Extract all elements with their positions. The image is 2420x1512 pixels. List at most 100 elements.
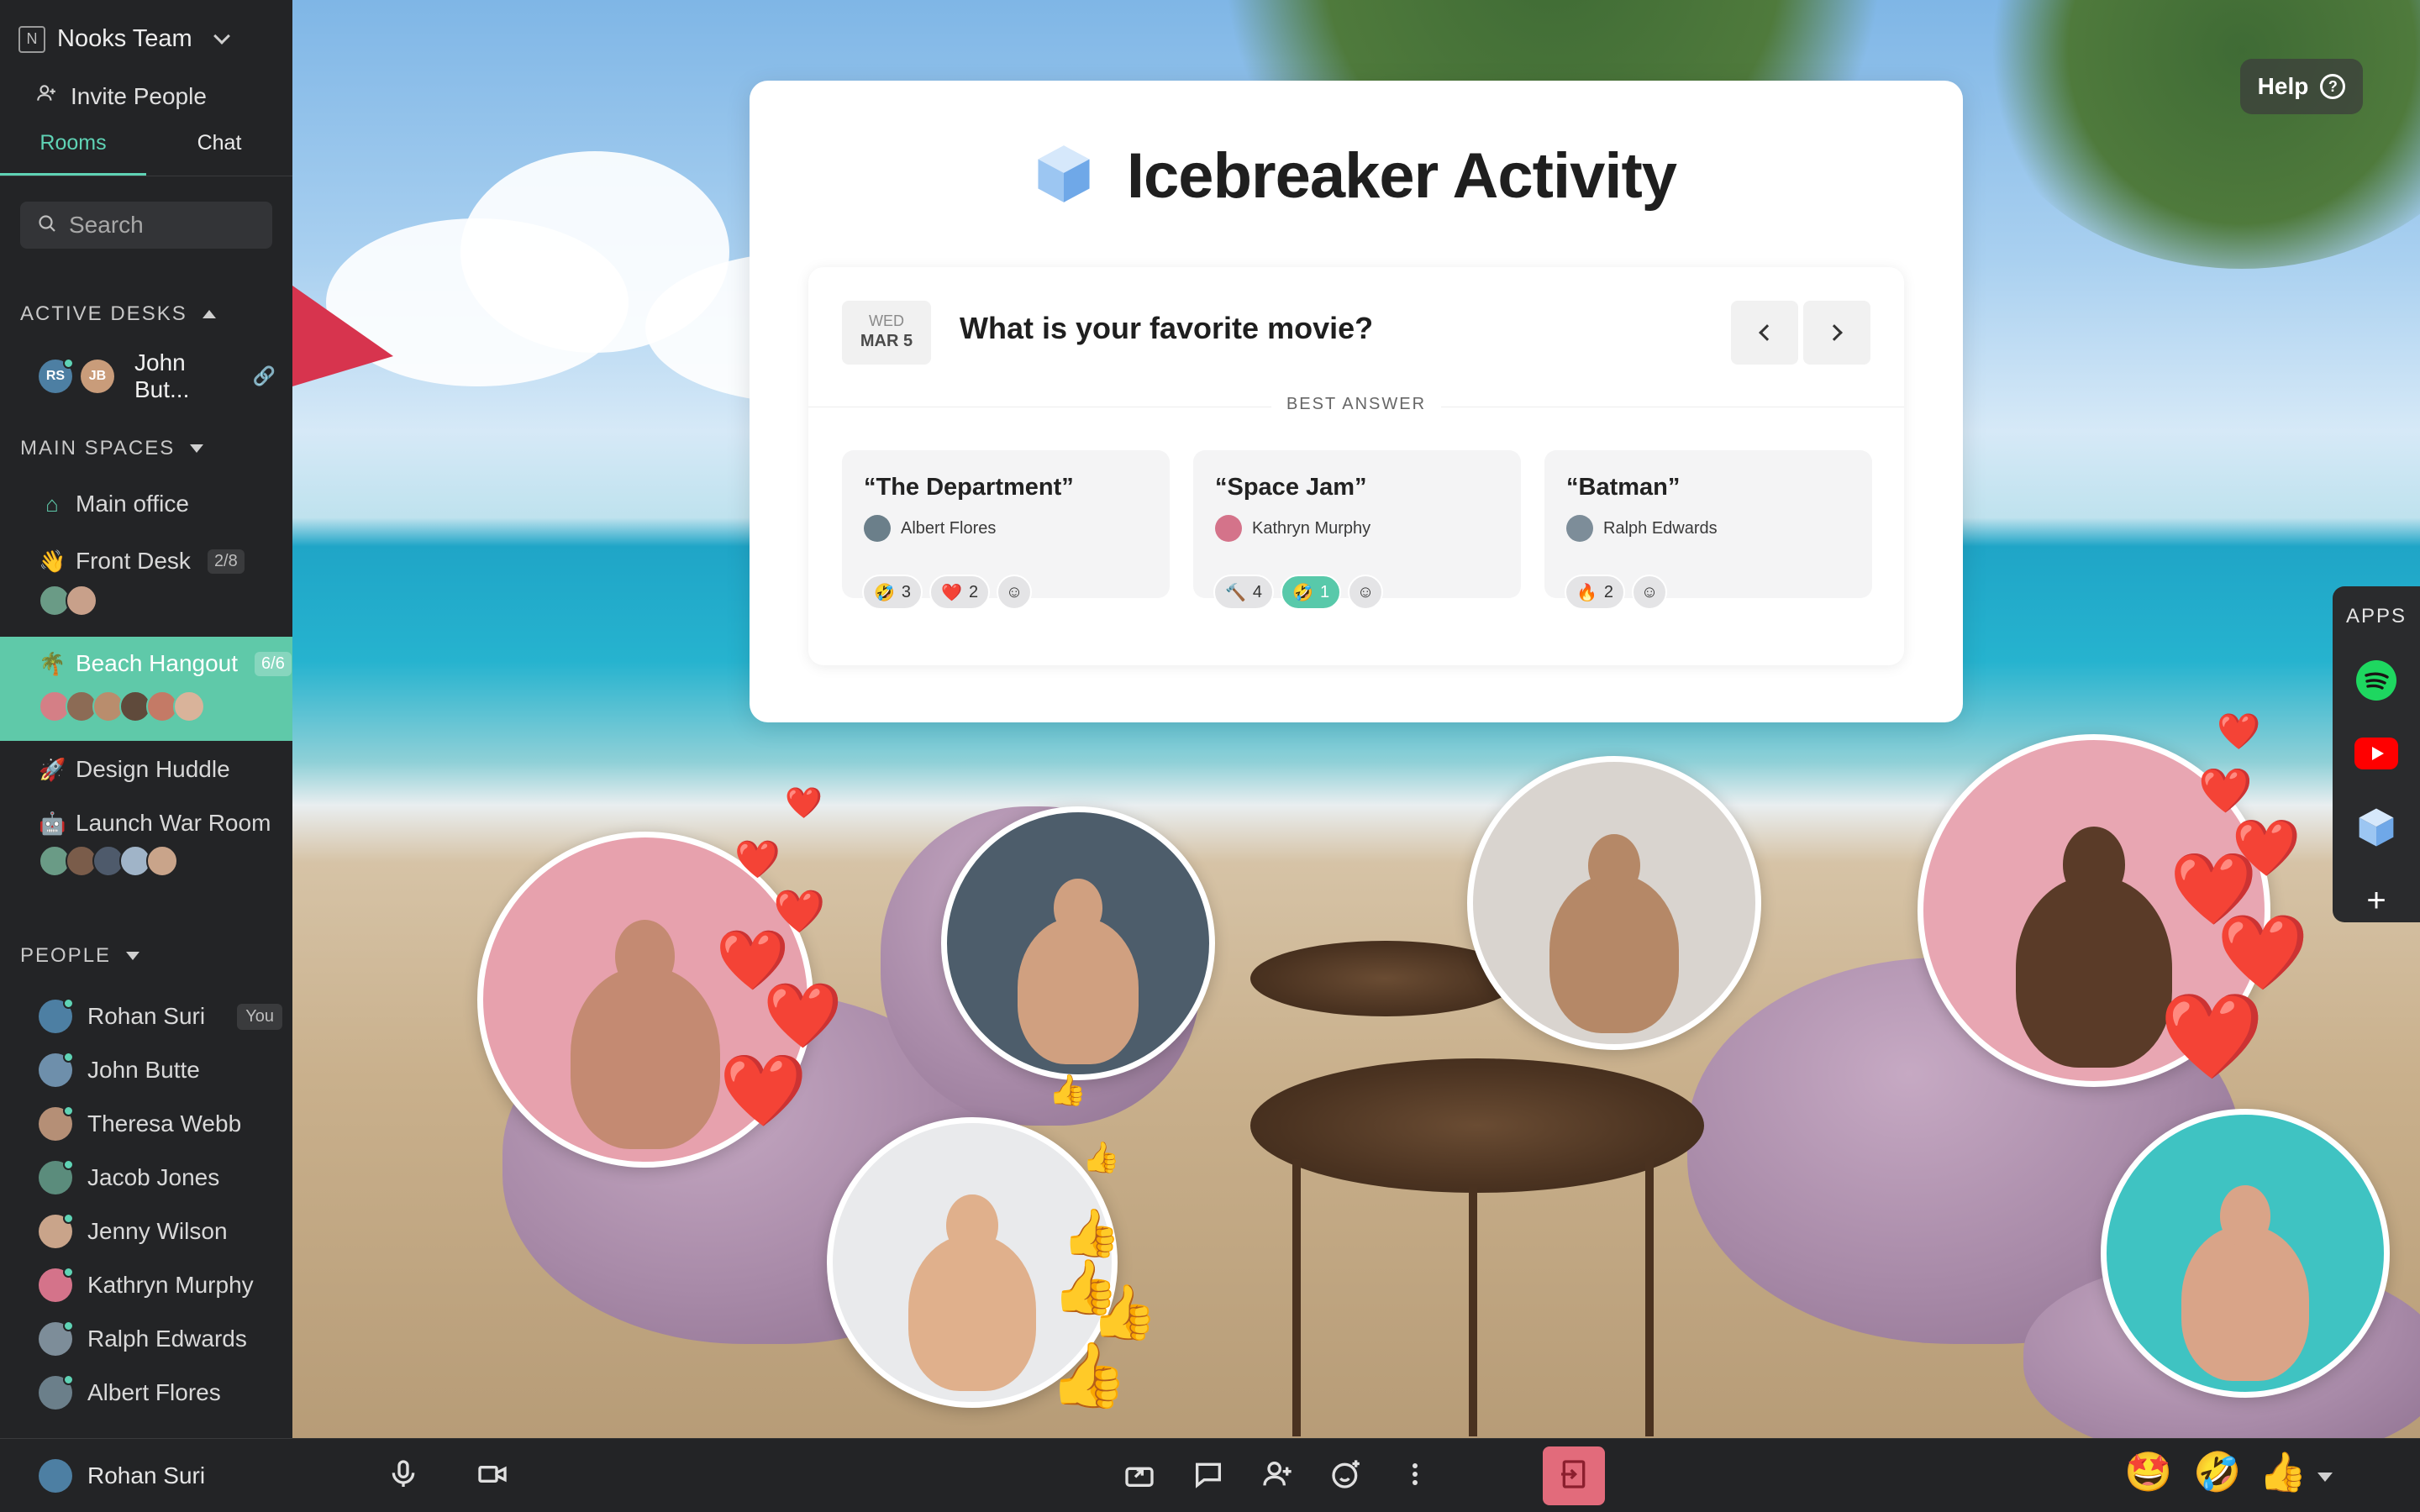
- room-avatars: [39, 845, 178, 877]
- video-bubble[interactable]: [2101, 1109, 2390, 1398]
- tab-rooms[interactable]: Rooms: [0, 126, 146, 176]
- answer-card[interactable]: “The Department” Albert Flores 🤣 3 ❤️ 2 ☺: [842, 450, 1170, 610]
- person-item[interactable]: John Butte: [39, 1043, 282, 1097]
- person-item[interactable]: Theresa Webb: [39, 1097, 282, 1151]
- reaction-chip[interactable]: 🔥 2: [1565, 575, 1626, 610]
- thumbs-up-reaction-icon: 👍: [1062, 1206, 1121, 1259]
- person-item[interactable]: Rohan Suri You: [39, 990, 282, 1043]
- answer-author: Albert Flores: [864, 515, 1148, 542]
- reaction-chip[interactable]: 🔨 4: [1213, 575, 1275, 610]
- person-name: Kathryn Murphy: [87, 1272, 254, 1298]
- people-section-toggle[interactable]: PEOPLE: [20, 944, 140, 968]
- search-input[interactable]: [69, 212, 254, 239]
- person-item[interactable]: Jenny Wilson: [39, 1205, 282, 1258]
- help-button[interactable]: Help ?: [2240, 59, 2363, 114]
- room-launch-war-room[interactable]: 🤖 Launch War Room: [0, 803, 292, 895]
- invite-to-room-button[interactable]: [1252, 1451, 1302, 1501]
- people-list: Rohan Suri You John Butte Theresa Webb J…: [39, 990, 282, 1420]
- add-reaction-button[interactable]: ☺: [1348, 575, 1384, 610]
- search-box[interactable]: [20, 202, 272, 249]
- heart-reaction-icon: ❤️: [773, 888, 826, 935]
- room-label: Launch War Room: [76, 810, 271, 836]
- help-circle-icon: ?: [2320, 74, 2346, 99]
- room-beach-hangout[interactable]: 🌴 Beach Hangout 6/6: [0, 637, 292, 741]
- video-bubble[interactable]: [1467, 756, 1761, 1050]
- thumbs-up-quick-reaction[interactable]: 👍: [2259, 1452, 2307, 1491]
- team-switcher[interactable]: N Nooks Team: [18, 25, 230, 53]
- spotify-icon[interactable]: [2354, 659, 2398, 702]
- room-label: Main office: [76, 491, 189, 517]
- person-item[interactable]: Ralph Edwards: [39, 1312, 282, 1366]
- reactions-button[interactable]: [1321, 1451, 1371, 1501]
- reaction-menu-chevron-icon[interactable]: [2317, 1473, 2333, 1482]
- add-app-plus-icon[interactable]: +: [2354, 879, 2398, 923]
- current-user[interactable]: Rohan Suri: [0, 1438, 292, 1512]
- share-screen-button[interactable]: [1114, 1451, 1165, 1501]
- microphone-button[interactable]: [378, 1451, 429, 1501]
- person-add-icon: [35, 82, 57, 110]
- rofl-quick-reaction[interactable]: 🤣: [2193, 1452, 2241, 1491]
- rocket-icon: 🚀: [39, 756, 66, 782]
- invite-people-button[interactable]: Invite People: [35, 82, 207, 110]
- help-label: Help: [2257, 73, 2309, 99]
- room-avatars: [39, 690, 205, 722]
- answer-card[interactable]: “Space Jam” Kathryn Murphy 🔨 4 🤣 1 ☺: [1193, 450, 1521, 610]
- person-item[interactable]: Kathryn Murphy: [39, 1258, 282, 1312]
- video-camera-icon: [476, 1457, 509, 1495]
- room-design-huddle[interactable]: 🚀 Design Huddle: [0, 746, 292, 796]
- reaction-count: 3: [901, 582, 912, 601]
- chat-button[interactable]: [1183, 1451, 1234, 1501]
- answer-card[interactable]: “Batman” Ralph Edwards 🔥 2 ☺: [1544, 450, 1872, 610]
- avatar: [1566, 515, 1593, 542]
- hammer-emoji-icon: 🔨: [1225, 583, 1246, 602]
- avatar: [173, 690, 205, 722]
- link-icon[interactable]: 🔗: [253, 365, 276, 387]
- palm-tree-icon: 🌴: [39, 650, 66, 676]
- main-spaces-heading: MAIN SPACES: [20, 437, 176, 459]
- wave-icon: 👋: [39, 548, 66, 574]
- team-logo: N: [18, 25, 45, 53]
- next-question-button[interactable]: [1803, 301, 1870, 365]
- heart-reaction-icon: ❤️: [2217, 711, 2261, 751]
- add-reaction-button[interactable]: ☺: [997, 575, 1033, 610]
- rofl-emoji-icon: 🤣: [1292, 583, 1313, 602]
- desk-item-label: John But...: [134, 349, 190, 402]
- camera-button[interactable]: [467, 1451, 518, 1501]
- video-bubble[interactable]: [941, 806, 1215, 1080]
- participant-video: [1549, 833, 1680, 1033]
- youtube-icon[interactable]: [2354, 732, 2398, 776]
- participant-video: [2181, 1185, 2309, 1381]
- best-answer-label: BEST ANSWER: [1270, 395, 1442, 413]
- reaction-count: 2: [968, 582, 979, 601]
- person-item[interactable]: Jacob Jones: [39, 1151, 282, 1205]
- avatar: [39, 1458, 72, 1493]
- reaction-chip[interactable]: 🤣 1: [1281, 575, 1342, 610]
- date-chip: WED MAR 5: [842, 301, 931, 365]
- search-icon: [37, 213, 57, 238]
- person-item[interactable]: Albert Flores: [39, 1366, 282, 1420]
- active-desks-section-toggle[interactable]: ACTIVE DESKS: [20, 302, 216, 326]
- room-label: Design Huddle: [76, 756, 230, 782]
- star-struck-quick-reaction[interactable]: 🤩: [2124, 1452, 2172, 1491]
- chevron-left-icon: [1759, 324, 1776, 341]
- answer-author-name: Albert Flores: [901, 518, 997, 538]
- leave-room-button[interactable]: [1543, 1446, 1605, 1505]
- room-main-office[interactable]: ⌂ Main office: [0, 479, 292, 529]
- person-add-icon: [1260, 1457, 1294, 1495]
- apps-title: APPS: [2345, 605, 2407, 627]
- reaction-chip[interactable]: 🤣 3: [862, 575, 923, 610]
- main-spaces-section-toggle[interactable]: MAIN SPACES: [20, 437, 204, 460]
- icebreaker-card: Icebreaker Activity WED MAR 5 What is yo…: [750, 81, 1963, 722]
- previous-question-button[interactable]: [1731, 301, 1798, 365]
- reaction-chip[interactable]: ❤️ 2: [929, 575, 991, 610]
- desk-item-john-butte[interactable]: RS JB John But... 🔗: [39, 349, 282, 403]
- icebreaker-icon[interactable]: [2354, 806, 2398, 849]
- room-front-desk[interactable]: 👋 Front Desk 2/8: [0, 538, 292, 630]
- collapse-triangle-icon: [190, 444, 204, 453]
- reaction-count: 2: [1603, 582, 1614, 601]
- rofl-emoji-icon: 🤣: [874, 583, 895, 602]
- add-reaction-button[interactable]: ☺: [1632, 575, 1668, 610]
- more-vertical-icon: [1398, 1457, 1432, 1495]
- more-options-button[interactable]: [1390, 1451, 1440, 1501]
- tab-chat[interactable]: Chat: [146, 126, 292, 176]
